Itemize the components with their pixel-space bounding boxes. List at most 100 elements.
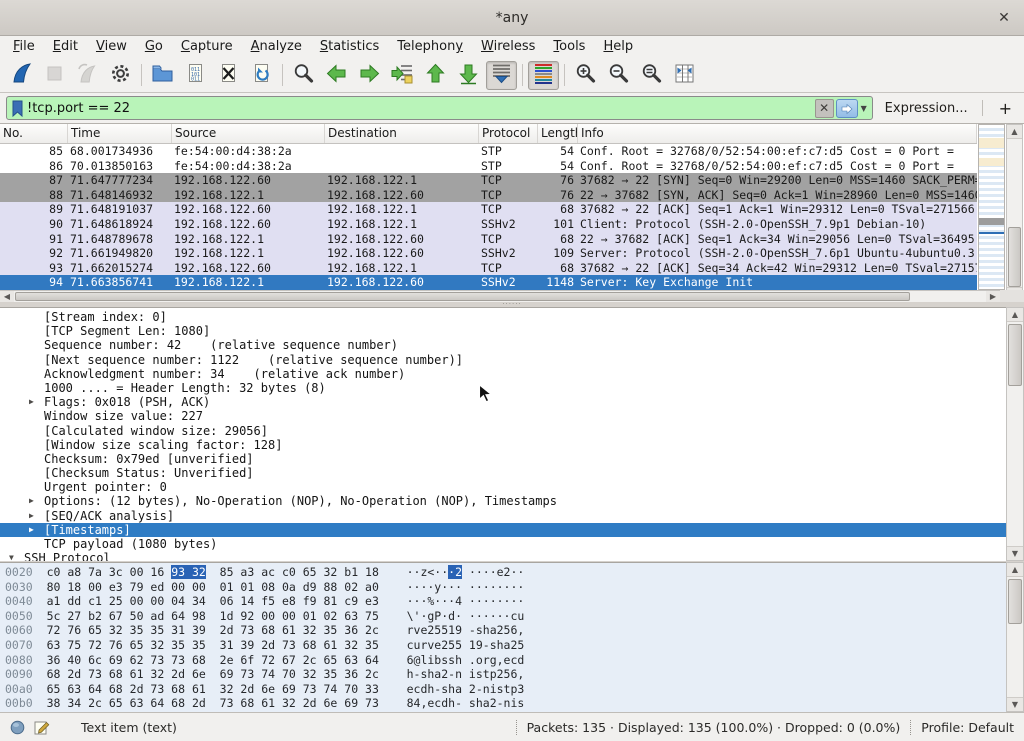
scrollbar-thumb[interactable] bbox=[1008, 324, 1022, 386]
scrollbar-thumb[interactable] bbox=[1008, 227, 1021, 287]
expression-button[interactable]: Expression... bbox=[885, 101, 968, 116]
hex-row-0080[interactable]: 0080 36 40 6c 69 62 73 73 68 2e 6f 72 67… bbox=[5, 653, 1006, 668]
reload-capture-file-button[interactable] bbox=[246, 61, 277, 90]
detail-line[interactable]: Window size value: 227 bbox=[0, 409, 1006, 423]
add-filter-button[interactable]: + bbox=[993, 99, 1018, 118]
go-to-packet-button[interactable] bbox=[387, 61, 418, 90]
packet-row-94[interactable]: 9471.663856741192.168.122.1192.168.122.6… bbox=[0, 275, 977, 290]
scroll-up-icon[interactable]: ▲ bbox=[1007, 563, 1023, 577]
detail-line[interactable]: TCP payload (1080 bytes) bbox=[0, 537, 1006, 551]
go-forward-button[interactable] bbox=[354, 61, 385, 90]
filter-apply-icon[interactable] bbox=[836, 99, 858, 118]
detail-line[interactable]: [Stream index: 0] bbox=[0, 310, 1006, 324]
capture-options-button[interactable] bbox=[105, 61, 136, 90]
menu-file[interactable]: File bbox=[4, 37, 44, 57]
detail-line[interactable]: Acknowledgment number: 34 (relative ack … bbox=[0, 367, 1006, 381]
hex-row-0030[interactable]: 0030 80 18 00 e3 79 ed 00 00 01 01 08 0a… bbox=[5, 580, 1006, 595]
auto-scroll-toggle-button[interactable] bbox=[486, 61, 517, 90]
zoom-100-button[interactable] bbox=[636, 61, 667, 90]
packet-row-88[interactable]: 8871.648146932192.168.122.1192.168.122.6… bbox=[0, 188, 977, 203]
close-window-icon[interactable]: ✕ bbox=[994, 8, 1014, 28]
go-back-button[interactable] bbox=[321, 61, 352, 90]
close-capture-file-button[interactable] bbox=[213, 61, 244, 90]
stop-capture-button[interactable] bbox=[39, 61, 70, 90]
detail-line[interactable]: ▶Flags: 0x018 (PSH, ACK) bbox=[0, 395, 1006, 409]
expert-info-icon[interactable] bbox=[10, 720, 25, 735]
menu-capture[interactable]: Capture bbox=[172, 37, 242, 57]
hex-row-0090[interactable]: 0090 68 2d 73 68 61 32 2d 6e 69 73 74 70… bbox=[5, 667, 1006, 682]
expander-right-icon[interactable]: ▶ bbox=[29, 509, 41, 523]
hex-row-00b0[interactable]: 00b0 38 34 2c 65 63 64 68 2d 73 68 61 32… bbox=[5, 696, 1006, 711]
packet-row-85[interactable]: 8568.001734936fe:54:00:d4:38:2aSTP54Conf… bbox=[0, 144, 977, 159]
column-header-info[interactable]: Info bbox=[578, 124, 977, 143]
hex-row-00a0[interactable]: 00a0 65 63 64 68 2d 73 68 61 32 2d 6e 69… bbox=[5, 682, 1006, 697]
detail-line[interactable]: Sequence number: 42 (relative sequence n… bbox=[0, 338, 1006, 352]
detail-line[interactable]: ▶[SEQ/ACK analysis] bbox=[0, 509, 1006, 523]
capture-comment-icon[interactable] bbox=[34, 720, 50, 735]
colorize-toggle-button[interactable] bbox=[528, 61, 559, 90]
detail-line[interactable]: [Next sequence number: 1122 (relative se… bbox=[0, 353, 1006, 367]
menu-statistics[interactable]: Statistics bbox=[311, 37, 388, 57]
expander-right-icon[interactable]: ▶ bbox=[29, 494, 41, 508]
expander-right-icon[interactable]: ▶ bbox=[29, 395, 41, 409]
detail-line[interactable]: Checksum: 0x79ed [unverified] bbox=[0, 452, 1006, 466]
display-filter-input[interactable] bbox=[27, 98, 815, 118]
expander-right-icon[interactable]: ▶ bbox=[29, 523, 41, 537]
filter-clear-icon[interactable]: ✕ bbox=[815, 99, 834, 118]
title-bar[interactable]: *any ✕ bbox=[0, 0, 1024, 36]
packet-bytes-pane[interactable]: 0020 c0 a8 7a 3c 00 16 93 32 85 a3 ac c0… bbox=[0, 562, 1006, 712]
go-first-packet-button[interactable] bbox=[420, 61, 451, 90]
zoom-out-button[interactable] bbox=[603, 61, 634, 90]
scroll-right-icon[interactable]: ▶ bbox=[986, 291, 1000, 302]
column-header-protocol[interactable]: Protocol bbox=[479, 124, 538, 143]
column-header-source[interactable]: Source bbox=[172, 124, 325, 143]
scrollbar-thumb[interactable] bbox=[15, 292, 910, 301]
packet-row-91[interactable]: 9171.648789678192.168.122.1192.168.122.6… bbox=[0, 232, 977, 247]
packet-list-vertical-scrollbar[interactable]: ▲ ▼ bbox=[1006, 124, 1023, 302]
restart-capture-button[interactable] bbox=[72, 61, 103, 90]
expander-down-icon[interactable]: ▼ bbox=[9, 551, 21, 561]
zoom-in-button[interactable] bbox=[570, 61, 601, 90]
hex-row-0050[interactable]: 0050 5c 27 b2 67 50 ad 64 98 1d 92 00 00… bbox=[5, 609, 1006, 624]
start-capture-button[interactable] bbox=[6, 61, 37, 90]
filter-history-dropdown-icon[interactable]: ▼ bbox=[858, 104, 870, 113]
find-packet-button[interactable] bbox=[288, 61, 319, 90]
menu-analyze[interactable]: Analyze bbox=[242, 37, 311, 57]
menu-telephony[interactable]: Telephony bbox=[388, 37, 472, 57]
detail-line[interactable]: ▶Options: (12 bytes), No-Operation (NOP)… bbox=[0, 494, 1006, 508]
detail-line[interactable]: ▶[Timestamps] bbox=[0, 523, 1006, 537]
packet-row-89[interactable]: 8971.648191037192.168.122.60192.168.122.… bbox=[0, 202, 977, 217]
menu-go[interactable]: Go bbox=[136, 37, 172, 57]
menu-wireless[interactable]: Wireless bbox=[472, 37, 544, 57]
details-vertical-scrollbar[interactable]: ▲ ▼ bbox=[1006, 307, 1024, 561]
bytes-vertical-scrollbar[interactable]: ▲ ▼ bbox=[1006, 562, 1024, 712]
scroll-down-icon[interactable]: ▼ bbox=[1007, 697, 1023, 711]
detail-line[interactable]: [Checksum Status: Unverified] bbox=[0, 466, 1006, 480]
go-last-packet-button[interactable] bbox=[453, 61, 484, 90]
column-header-no[interactable]: No. bbox=[0, 124, 68, 143]
menu-edit[interactable]: Edit bbox=[44, 37, 87, 57]
column-header-length[interactable]: Length bbox=[538, 124, 578, 143]
resize-columns-button[interactable] bbox=[669, 61, 700, 90]
hex-row-0070[interactable]: 0070 63 75 72 76 65 32 35 35 31 39 2d 73… bbox=[5, 638, 1006, 653]
scroll-left-icon[interactable]: ◀ bbox=[0, 291, 14, 302]
scroll-up-icon[interactable]: ▲ bbox=[1007, 308, 1023, 322]
packet-list-horizontal-scrollbar[interactable]: ◀ ▶ bbox=[0, 290, 1000, 302]
packet-row-92[interactable]: 9271.661949820192.168.122.1192.168.122.6… bbox=[0, 246, 977, 261]
menu-help[interactable]: Help bbox=[594, 37, 642, 57]
hex-row-0040[interactable]: 0040 a1 dd c1 25 00 00 04 34 06 14 f5 e8… bbox=[5, 594, 1006, 609]
packet-row-86[interactable]: 8670.013850163fe:54:00:d4:38:2aSTP54Conf… bbox=[0, 159, 977, 174]
packet-row-93[interactable]: 9371.662015274192.168.122.60192.168.122.… bbox=[0, 261, 977, 276]
scrollbar-thumb[interactable] bbox=[1008, 579, 1022, 624]
packet-row-87[interactable]: 8771.647777234192.168.122.60192.168.122.… bbox=[0, 173, 977, 188]
filter-bookmark-icon[interactable] bbox=[11, 99, 27, 117]
scroll-down-icon[interactable]: ▼ bbox=[1007, 546, 1023, 560]
hex-row-0060[interactable]: 0060 72 76 65 32 35 35 31 39 2d 73 68 61… bbox=[5, 623, 1006, 638]
column-header-destination[interactable]: Destination bbox=[325, 124, 479, 143]
detail-line[interactable]: 1000 .... = Header Length: 32 bytes (8) bbox=[0, 381, 1006, 395]
hex-row-0020[interactable]: 0020 c0 a8 7a 3c 00 16 93 32 85 a3 ac c0… bbox=[5, 565, 1006, 580]
detail-line[interactable]: [Calculated window size: 29056] bbox=[0, 424, 1006, 438]
detail-line[interactable]: Urgent pointer: 0 bbox=[0, 480, 1006, 494]
detail-line[interactable]: [Window size scaling factor: 128] bbox=[0, 438, 1006, 452]
detail-line[interactable]: [TCP Segment Len: 1080] bbox=[0, 324, 1006, 338]
